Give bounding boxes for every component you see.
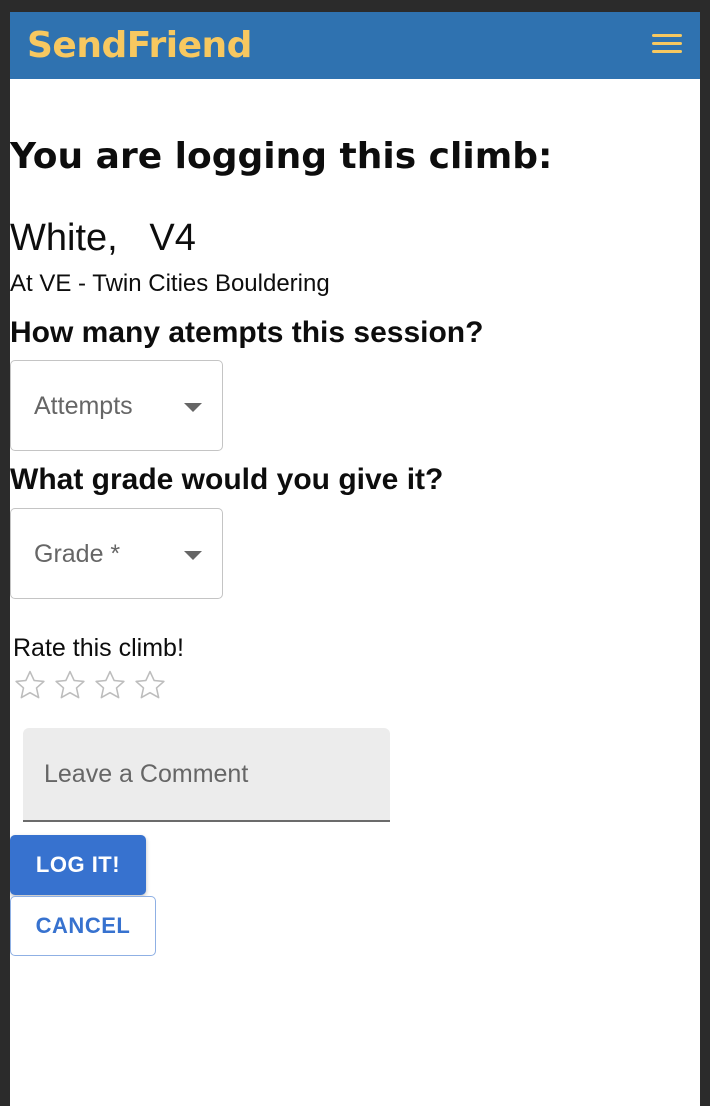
grade-select[interactable]: Grade * bbox=[10, 508, 223, 599]
cancel-button[interactable]: CANCEL bbox=[10, 896, 156, 956]
star-icon[interactable] bbox=[93, 668, 129, 704]
grade-question: What grade would you give it? bbox=[10, 463, 444, 496]
attempts-select[interactable]: Attempts bbox=[10, 360, 223, 451]
menu-line bbox=[652, 50, 682, 53]
window-frame bbox=[0, 0, 710, 12]
brand-logo[interactable]: SendFriend bbox=[27, 24, 252, 68]
caret-down-icon bbox=[184, 403, 202, 412]
star-icon[interactable] bbox=[53, 668, 89, 704]
hamburger-menu-icon[interactable] bbox=[652, 34, 682, 56]
caret-down-icon bbox=[184, 551, 202, 560]
menu-line bbox=[652, 42, 682, 45]
comment-field[interactable]: Leave a Comment bbox=[23, 728, 390, 822]
page-heading: You are logging this climb: bbox=[10, 136, 553, 177]
comment-placeholder: Leave a Comment bbox=[44, 760, 249, 788]
star-icon[interactable] bbox=[133, 668, 169, 704]
attempts-select-label: Attempts bbox=[34, 392, 133, 420]
star-icon[interactable] bbox=[13, 668, 49, 704]
app-container: SendFriend You are logging this climb: W… bbox=[10, 12, 700, 1106]
menu-line bbox=[652, 34, 682, 37]
log-it-button[interactable]: LOG IT! bbox=[10, 835, 146, 895]
gym-name: At VE - Twin Cities Bouldering bbox=[10, 270, 330, 297]
top-navbar: SendFriend bbox=[10, 12, 700, 79]
climb-grade: V4 bbox=[149, 217, 196, 259]
rating-label: Rate this climb! bbox=[13, 634, 184, 662]
attempts-question: How many atempts this session? bbox=[10, 316, 484, 349]
climb-color: White, bbox=[10, 217, 118, 259]
climb-title: White, V4 bbox=[10, 210, 196, 266]
grade-select-label: Grade * bbox=[34, 540, 121, 568]
